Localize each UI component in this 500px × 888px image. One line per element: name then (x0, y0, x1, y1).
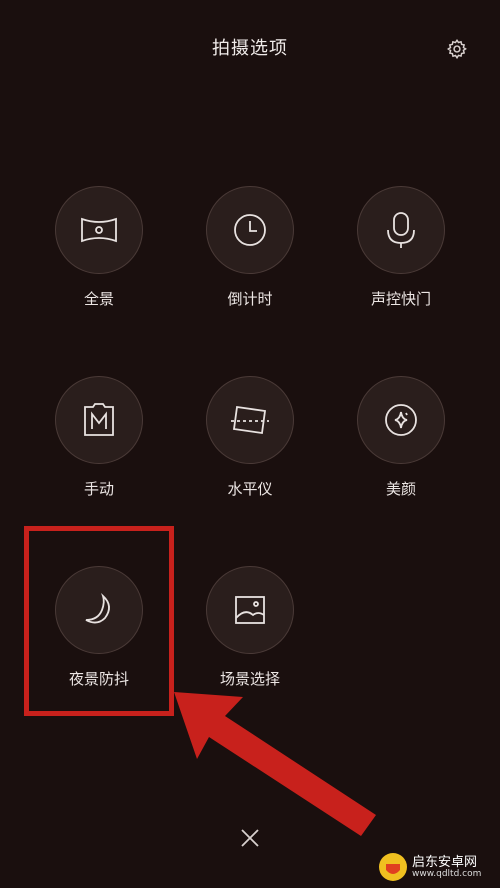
watermark: 启东安卓网 www.qdltd.com (378, 850, 498, 884)
watermark-brand: 启东安卓网 (412, 854, 478, 870)
pointer-arrow (174, 692, 376, 836)
close-button[interactable] (236, 824, 264, 852)
close-icon (241, 829, 259, 847)
watermark-logo (379, 853, 407, 881)
watermark-url: www.qdltd.com (412, 868, 482, 879)
